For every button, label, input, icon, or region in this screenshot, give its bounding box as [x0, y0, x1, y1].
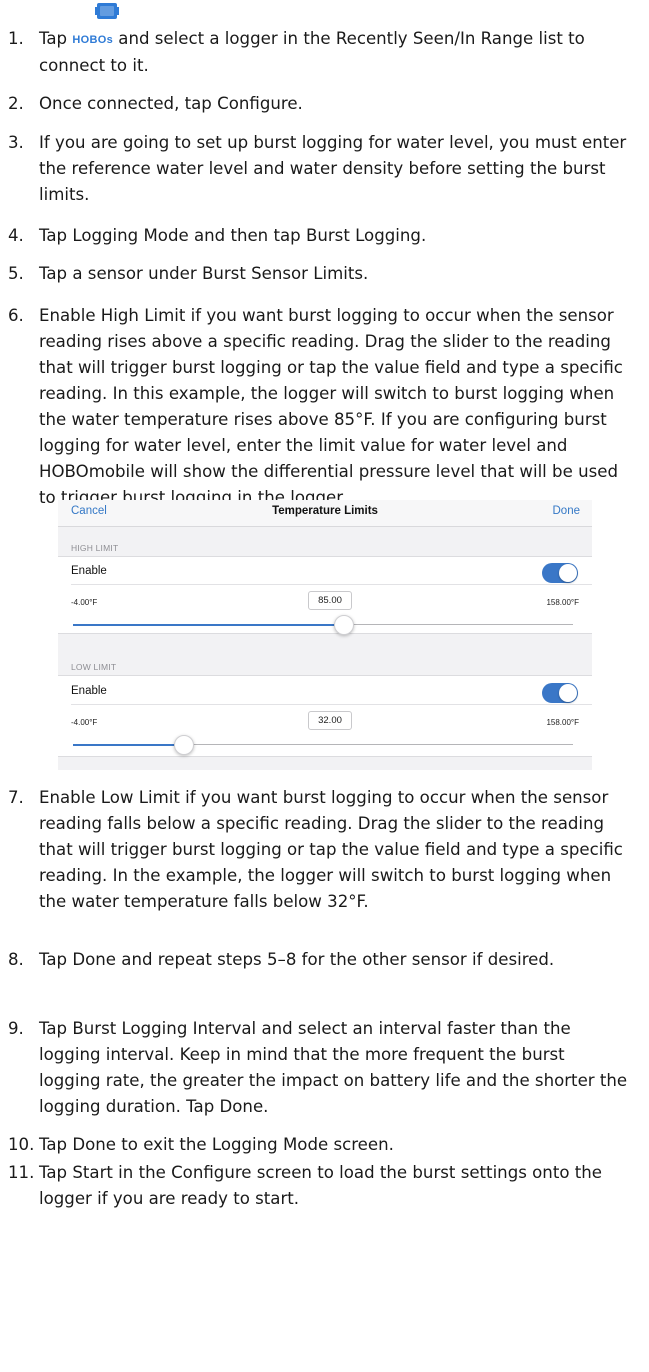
- low-enable-label: Enable: [71, 685, 107, 697]
- step-text: Tap Start in the Configure screen to loa…: [39, 1163, 602, 1208]
- slider-thumb[interactable]: [174, 735, 194, 755]
- step-6: 6. Enable High Limit if you want burst l…: [8, 303, 628, 511]
- low-value-field[interactable]: 32.00: [308, 711, 352, 730]
- step-number: 10.: [8, 1135, 35, 1154]
- step-2: 2. Once connected, tap Configure.: [8, 91, 628, 117]
- step-text: Tap Logging Mode and then tap Burst Logg…: [39, 226, 427, 245]
- low-limit-header: LOW LIMIT: [71, 662, 117, 672]
- low-limit-slider[interactable]: [73, 735, 573, 755]
- low-min-label: -4.00°F: [71, 718, 98, 727]
- step-7: 7. Enable Low Limit if you want burst lo…: [8, 785, 628, 915]
- step-number: 9.: [8, 1019, 24, 1038]
- step-number: 3.: [8, 133, 24, 152]
- step-text: Enable High Limit if you want burst logg…: [39, 306, 623, 507]
- hobos-button-label: HOBOs: [72, 34, 113, 46]
- step-10: 10. Tap Done to exit the Logging Mode sc…: [8, 1132, 628, 1158]
- high-min-label: -4.00°F: [71, 598, 98, 607]
- step-text: Tap Burst Logging Interval and select an…: [39, 1019, 628, 1116]
- instruction-document: 1. Tap HOBOs and select a logger in the …: [0, 0, 649, 1372]
- step-number: 8.: [8, 950, 24, 969]
- step-5: 5. Tap a sensor under Burst Sensor Limit…: [8, 261, 628, 287]
- step-number: 11.: [8, 1163, 35, 1182]
- high-limit-slider[interactable]: [73, 615, 573, 635]
- step-9: 9. Tap Burst Logging Interval and select…: [8, 1016, 628, 1120]
- step-number: 2.: [8, 94, 24, 113]
- nav-bar: Cancel Temperature Limits Done: [58, 500, 592, 527]
- slider-fill: [73, 623, 343, 626]
- step-text: Tap Done to exit the Logging Mode screen…: [39, 1135, 394, 1154]
- row-divider: [71, 584, 592, 585]
- screen-title: Temperature Limits: [272, 505, 378, 517]
- high-value-field[interactable]: 85.00: [308, 591, 352, 610]
- step-text: Tap Done and repeat steps 5–8 for the ot…: [39, 950, 555, 969]
- done-button[interactable]: Done: [553, 505, 581, 517]
- step-number: 4.: [8, 226, 24, 245]
- step-number: 5.: [8, 264, 24, 283]
- high-limit-header: HIGH LIMIT: [71, 543, 119, 553]
- low-enable-toggle[interactable]: [542, 683, 578, 703]
- step-number: 7.: [8, 788, 24, 807]
- step-1: 1. Tap HOBOs and select a logger in the …: [8, 26, 628, 79]
- high-enable-label: Enable: [71, 565, 107, 577]
- high-enable-toggle[interactable]: [542, 563, 578, 583]
- temperature-limits-screenshot: Cancel Temperature Limits Done HIGH LIMI…: [58, 500, 592, 770]
- step-number: 6.: [8, 306, 24, 325]
- step-4: 4. Tap Logging Mode and then tap Burst L…: [8, 223, 628, 249]
- step-text: Tap: [39, 29, 68, 48]
- logger-icon: [95, 3, 119, 19]
- step-text: If you are going to set up burst logging…: [39, 133, 627, 204]
- step-text: Enable Low Limit if you want burst loggi…: [39, 788, 623, 911]
- slider-fill: [73, 743, 183, 746]
- step-text: Tap a sensor under Burst Sensor Limits.: [39, 264, 369, 283]
- toggle-knob: [559, 684, 577, 702]
- step-number: 1.: [8, 29, 24, 48]
- high-max-label: 158.00°F: [546, 598, 579, 607]
- row-divider: [71, 704, 592, 705]
- toggle-knob: [559, 564, 577, 582]
- step-text: and select a logger in the Recently Seen…: [39, 29, 585, 75]
- step-11: 11. Tap Start in the Configure screen to…: [8, 1160, 628, 1212]
- slider-thumb[interactable]: [334, 615, 354, 635]
- step-3: 3. If you are going to set up burst logg…: [8, 130, 628, 208]
- step-text: Once connected, tap Configure.: [39, 94, 303, 113]
- low-max-label: 158.00°F: [546, 718, 579, 727]
- step-8: 8. Tap Done and repeat steps 5–8 for the…: [8, 947, 628, 973]
